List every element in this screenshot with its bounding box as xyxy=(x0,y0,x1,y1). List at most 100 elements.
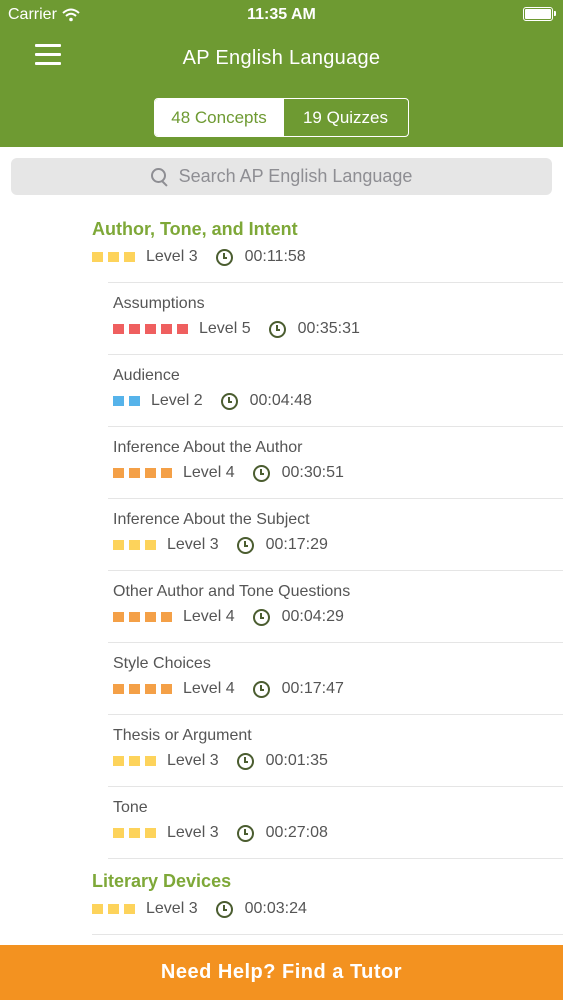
search-input[interactable]: Search AP English Language xyxy=(11,158,552,195)
time-spent: 00:27:08 xyxy=(265,824,328,841)
level-label: Level 3 xyxy=(167,536,219,553)
item-name: Inference About the Subject xyxy=(113,511,310,528)
list-item[interactable]: Other Author and Tone Questions Level 4 … xyxy=(0,570,563,642)
level-label: Level 5 xyxy=(199,320,251,337)
level-indicator xyxy=(113,612,172,622)
list-item[interactable]: Inference About the Author Level 4 00:30… xyxy=(0,426,563,498)
section-meta: Level 3 00:03:24 xyxy=(92,900,307,918)
level-block xyxy=(129,612,140,622)
level-label: Level 3 xyxy=(167,824,219,841)
time-spent: 00:30:51 xyxy=(281,464,344,481)
time-spent: 00:35:31 xyxy=(297,320,360,337)
item-meta: Level 3 00:17:29 xyxy=(113,536,328,554)
item-name: Tone xyxy=(113,799,148,816)
item-name: Assumptions xyxy=(113,295,205,312)
clock-icon xyxy=(252,680,270,698)
find-tutor-button[interactable]: Need Help? Find a Tutor xyxy=(0,945,563,1000)
list-item[interactable]: Audience Level 2 00:04:48 xyxy=(0,354,563,426)
level-block xyxy=(113,540,124,550)
section-title[interactable]: Author, Tone, and Intent xyxy=(92,219,298,240)
level-indicator xyxy=(113,828,156,838)
level-block xyxy=(113,324,124,334)
level-block xyxy=(145,684,156,694)
level-block xyxy=(113,684,124,694)
item-meta: Level 3 00:01:35 xyxy=(113,752,328,770)
level-indicator xyxy=(92,904,135,914)
level-label: Level 3 xyxy=(146,248,198,265)
level-block xyxy=(113,756,124,766)
level-block xyxy=(161,612,172,622)
level-block xyxy=(129,684,140,694)
level-block xyxy=(92,904,103,914)
level-label: Level 4 xyxy=(183,464,235,481)
item-name: Style Choices xyxy=(113,655,211,672)
level-block xyxy=(113,396,124,406)
time-spent: 00:17:47 xyxy=(281,680,344,697)
level-block xyxy=(113,468,124,478)
list-item[interactable]: Thesis or Argument Level 3 00:01:35 xyxy=(0,714,563,786)
level-block xyxy=(145,468,156,478)
list-item[interactable]: Inference About the Subject Level 3 00:1… xyxy=(0,498,563,570)
level-block xyxy=(145,324,156,334)
level-indicator xyxy=(113,756,156,766)
level-block xyxy=(129,756,140,766)
level-block xyxy=(177,324,188,334)
level-block xyxy=(124,904,135,914)
level-block xyxy=(108,252,119,262)
item-meta: Level 4 00:04:29 xyxy=(113,608,344,626)
search-icon xyxy=(150,167,169,186)
level-block xyxy=(129,396,140,406)
header: Carrier 11:35 AM AP English Language 48 … xyxy=(0,0,563,147)
item-name: Thesis or Argument xyxy=(113,727,252,744)
tab-quizzes[interactable]: 19 Quizzes xyxy=(283,99,407,136)
divider xyxy=(108,354,563,355)
time-spent: 00:11:58 xyxy=(244,248,306,265)
level-block xyxy=(129,540,140,550)
clock-icon xyxy=(236,536,254,554)
divider xyxy=(108,786,563,787)
divider xyxy=(108,426,563,427)
list-item[interactable]: Assumptions Level 5 00:35:31 xyxy=(0,282,563,354)
clock-icon xyxy=(215,900,233,918)
divider xyxy=(92,934,563,935)
clock-icon xyxy=(220,392,238,410)
level-block xyxy=(145,756,156,766)
list-item[interactable]: Tone Level 3 00:27:08 xyxy=(0,786,563,858)
item-name: Other Author and Tone Questions xyxy=(113,583,351,600)
list-item[interactable]: Style Choices Level 4 00:17:47 xyxy=(0,642,563,714)
divider xyxy=(108,714,563,715)
level-block xyxy=(145,612,156,622)
level-indicator xyxy=(92,252,135,262)
item-name: Inference About the Author xyxy=(113,439,303,456)
item-meta: Level 2 00:04:48 xyxy=(113,392,312,410)
level-indicator xyxy=(113,540,156,550)
level-block xyxy=(113,612,124,622)
time-spent: 00:04:48 xyxy=(249,392,312,409)
section-meta: Level 3 00:11:58 xyxy=(92,248,306,266)
tab-concepts[interactable]: 48 Concepts xyxy=(155,99,283,136)
time-spent: 00:01:35 xyxy=(265,752,328,769)
section-title[interactable]: Literary Devices xyxy=(92,871,231,892)
item-meta: Level 4 00:17:47 xyxy=(113,680,344,698)
divider xyxy=(108,642,563,643)
item-name: Audience xyxy=(113,367,180,384)
level-block xyxy=(129,828,140,838)
status-bar: Carrier 11:35 AM xyxy=(0,0,563,28)
level-label: Level 2 xyxy=(151,392,203,409)
divider xyxy=(108,282,563,283)
level-block xyxy=(129,468,140,478)
level-block xyxy=(113,828,124,838)
level-indicator xyxy=(113,684,172,694)
level-indicator xyxy=(113,468,172,478)
clock-icon xyxy=(236,824,254,842)
level-block xyxy=(145,540,156,550)
page-title: AP English Language xyxy=(182,47,381,69)
clock-icon xyxy=(268,320,286,338)
level-label: Level 4 xyxy=(183,680,235,697)
time-spent: 00:03:24 xyxy=(244,900,307,917)
time-spent: 00:17:29 xyxy=(265,536,328,553)
clock-icon xyxy=(252,608,270,626)
level-block xyxy=(124,252,135,262)
clock-time: 11:35 AM xyxy=(247,6,316,23)
divider xyxy=(108,498,563,499)
